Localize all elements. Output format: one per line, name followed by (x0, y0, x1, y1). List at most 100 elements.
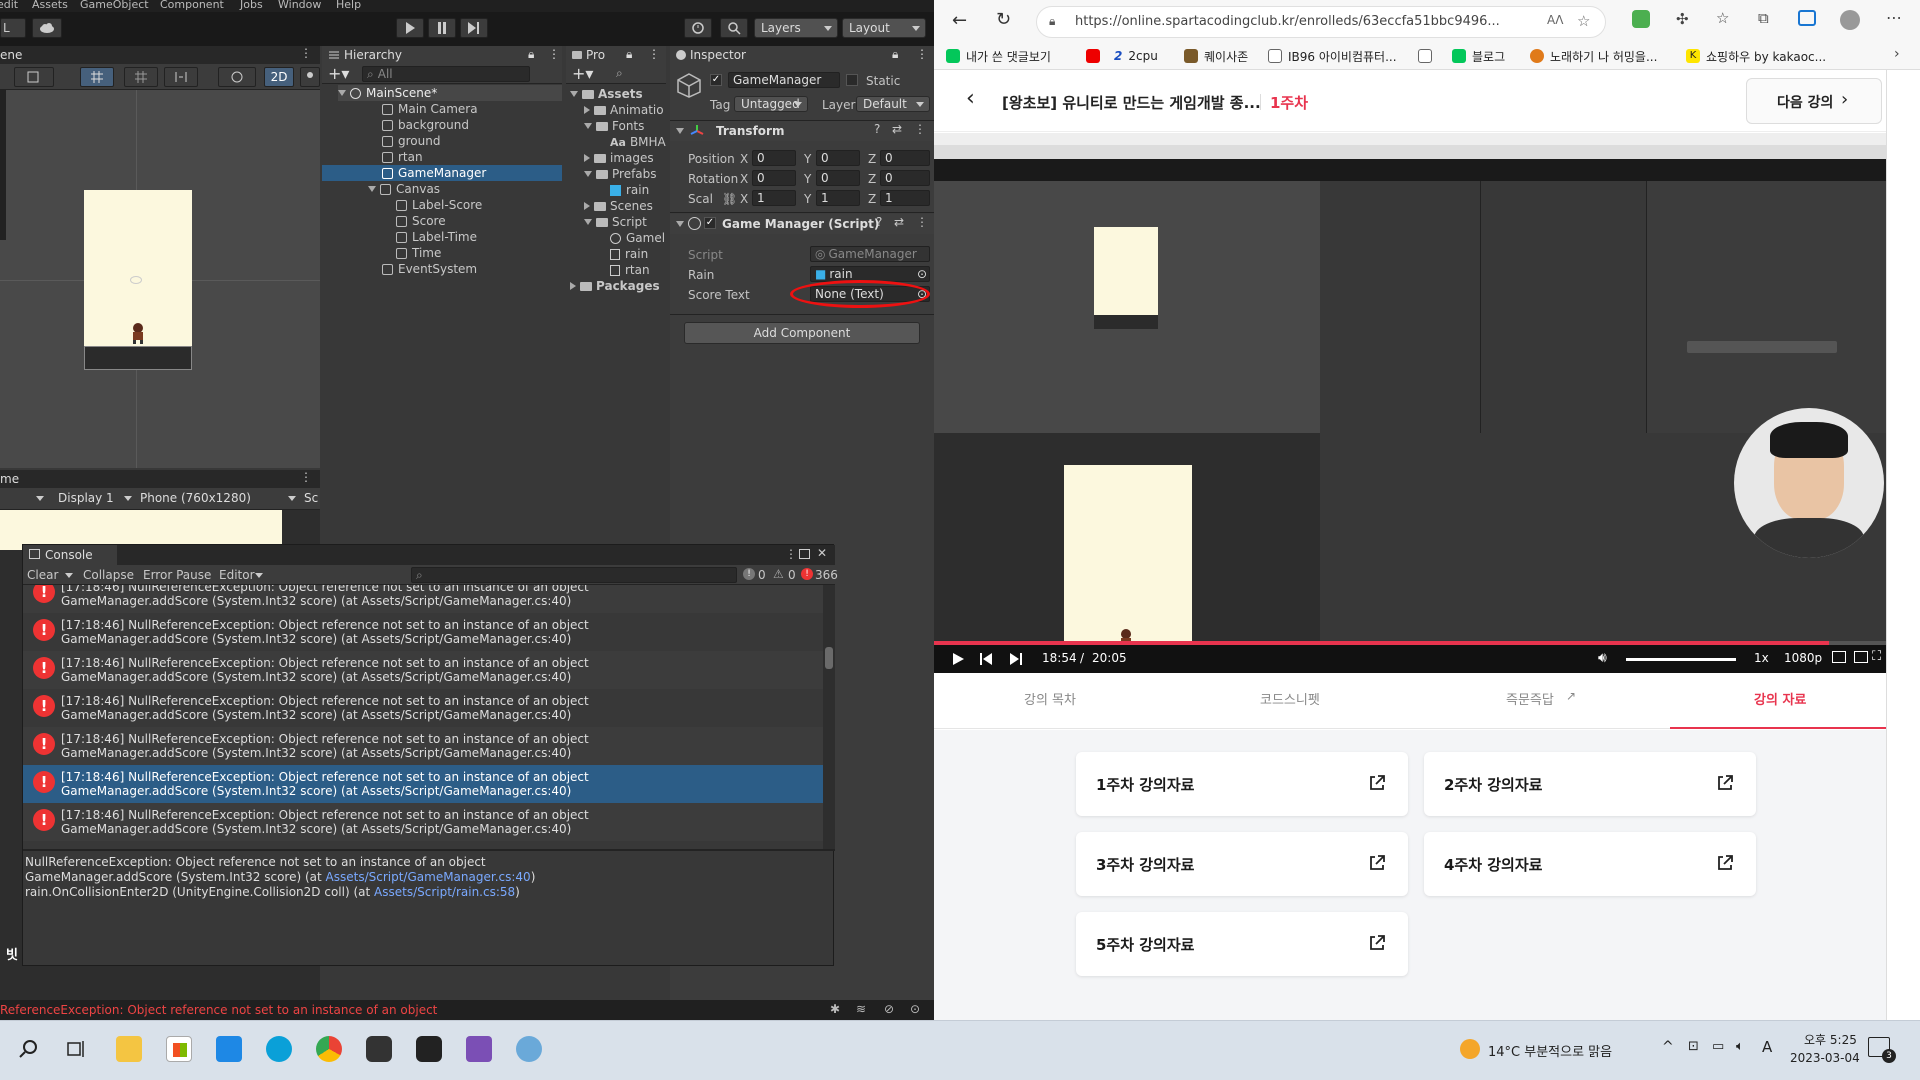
read-aloud-icon[interactable]: Aᐱ (1547, 13, 1563, 27)
video-quality[interactable]: 1080p (1784, 651, 1822, 665)
project-item[interactable]: Scenes (584, 198, 653, 214)
maximize-icon[interactable] (799, 549, 810, 559)
material-card-week4[interactable]: 4주차 강의자료 (1424, 832, 1756, 896)
rotation-z-input[interactable]: 0 (880, 170, 930, 186)
tab-lecture-materials[interactable]: 강의 자료 (1754, 689, 1806, 708)
layer-dropdown[interactable]: Default (856, 96, 930, 112)
menu-component[interactable]: Component (160, 0, 224, 11)
volume-icon[interactable]: 🔊︎ (1598, 650, 1607, 666)
game-tab[interactable]: me (0, 472, 19, 486)
component-menu-icon[interactable]: ⋮ (916, 215, 928, 229)
hierarchy-tab[interactable]: Hierarchy (344, 48, 402, 62)
favorites-icon[interactable]: ☆ (1716, 9, 1729, 27)
console-log-row[interactable]: ! [17:18:46] NullReferenceException: Obje… (23, 613, 823, 651)
hierarchy-item[interactable]: Main Camera (382, 101, 478, 117)
console-log-row-selected[interactable]: ! [17:18:46] NullReferenceException: Obje… (23, 765, 823, 803)
position-z-input[interactable]: 0 (880, 150, 930, 166)
tab-qna[interactable]: 즉문즉답 (1506, 689, 1554, 708)
material-card-week1[interactable]: 1주차 강의자료 (1076, 752, 1408, 816)
scene-rtan-sprite[interactable] (130, 322, 146, 344)
bookmark-item[interactable]: 내가 쓴 댓글보기 (946, 48, 1051, 64)
weather-sun-icon[interactable] (1460, 1039, 1480, 1059)
layers-dropdown[interactable]: Layers (754, 18, 838, 38)
lock-icon[interactable]: 🔒︎ (528, 47, 534, 62)
menu-help[interactable]: Help (336, 0, 361, 11)
cloud-button[interactable] (32, 18, 62, 38)
chevron-up-icon[interactable]: ^ (1662, 1039, 1674, 1055)
account-dropdown[interactable]: L (0, 18, 26, 38)
microsoft-store-icon[interactable] (166, 1036, 192, 1062)
more-menu-icon[interactable]: ⋯ (1886, 8, 1902, 27)
next-lecture-button[interactable]: 다음 강의 › (1746, 78, 1882, 124)
clock-date[interactable]: 2023-03-04 (1790, 1051, 1860, 1065)
project-item[interactable]: Fonts (584, 118, 644, 134)
edge-sidebar-icon[interactable] (1798, 10, 1816, 26)
console-log-row[interactable]: ! [17:18:46] NullReferenceException: Obje… (23, 727, 823, 765)
hierarchy-item[interactable]: Score (396, 213, 446, 229)
bookmark-item[interactable] (1086, 48, 1106, 64)
lock-icon[interactable]: 🔒︎ (626, 47, 632, 62)
create-asset-button[interactable]: +▾ (572, 64, 593, 83)
help-icon[interactable]: ? (874, 122, 880, 136)
hierarchy-item[interactable]: Label-Score (396, 197, 482, 213)
bookmark-item[interactable]: 블로그 (1452, 48, 1505, 64)
hierarchy-item[interactable]: background (382, 117, 469, 133)
hierarchy-item[interactable]: Canvas (368, 181, 440, 197)
info-count-icon[interactable]: ! (743, 568, 755, 580)
edge-icon[interactable] (266, 1036, 292, 1062)
project-item[interactable]: rtan (610, 262, 650, 278)
panel-menu-icon[interactable]: ⋮ (785, 547, 797, 561)
collections-icon[interactable]: ⧉ (1758, 9, 1769, 27)
draw-mode-dropdown[interactable] (14, 67, 54, 87)
menu-assets[interactable]: Assets (32, 0, 68, 11)
console-log-row[interactable]: ! [17:18:46] NullReferenceException: Obje… (23, 803, 823, 841)
profile-avatar-icon[interactable] (1840, 10, 1860, 30)
visual-studio-icon[interactable] (466, 1036, 492, 1062)
ime-indicator[interactable]: A (1762, 1038, 1772, 1056)
project-item[interactable]: Animatio (584, 102, 664, 118)
bookmark-item[interactable]: 노래하기 나 허밍을... (1530, 48, 1657, 64)
rotation-y-input[interactable]: 0 (816, 170, 860, 186)
project-item-assets[interactable]: Assets (570, 86, 643, 102)
project-item[interactable]: images (584, 150, 654, 166)
snap-increment-dropdown[interactable] (124, 67, 158, 87)
captions-icon[interactable] (1832, 651, 1846, 663)
history-button[interactable] (684, 18, 712, 38)
notification-icon[interactable]: 3 (1868, 1037, 1896, 1063)
create-button[interactable]: +▾ (328, 64, 349, 83)
layers-icon[interactable]: ≋ (856, 1002, 866, 1016)
position-y-input[interactable]: 0 (816, 150, 860, 166)
console-tab[interactable]: Console (23, 545, 117, 565)
detail-file-link[interactable]: Assets/Script/rain.cs:58 (374, 885, 515, 899)
clock-time[interactable]: 오후 5:25 (1804, 1031, 1857, 1048)
scene-tab[interactable]: ene (0, 48, 22, 62)
play-button[interactable] (396, 18, 424, 38)
bookmark-item[interactable]: 퀘이사존 (1184, 48, 1248, 64)
video-player[interactable]: 18:54 / 20:05 🔊︎ 1x 1080p ⛶ (934, 133, 1886, 673)
project-item[interactable]: Gamel (610, 230, 665, 246)
device-icon[interactable]: ⊡ (1688, 1039, 1699, 1054)
task-view-icon[interactable] (66, 1039, 86, 1059)
favorite-star-icon[interactable]: ☆ (1577, 12, 1590, 30)
grid-snap-toggle[interactable] (80, 67, 114, 87)
display-dropdown[interactable]: Display 1 (58, 491, 114, 505)
scale-x-input[interactable]: 1 (752, 190, 796, 206)
network-icon[interactable]: ⊘ (884, 1002, 894, 1016)
console-scrollbar[interactable] (823, 585, 835, 849)
add-component-button[interactable]: Add Component (684, 322, 920, 344)
weather-text[interactable]: 14°C 부분적으로 맑음 (1488, 1041, 1612, 1060)
unity-hub-icon[interactable] (366, 1036, 392, 1062)
component-enabled-checkbox[interactable]: ✓ (704, 217, 716, 229)
chevron-right-icon[interactable]: › (1894, 46, 1900, 62)
panel-menu-icon[interactable]: ⋮ (548, 47, 560, 61)
hierarchy-search-input[interactable]: ⌕ All (362, 66, 530, 82)
warning-count-icon[interactable]: ⚠ (773, 567, 784, 581)
project-item[interactable]: rain (610, 182, 649, 198)
project-item[interactable]: rain (610, 246, 648, 262)
playback-speed[interactable]: 1x (1754, 651, 1769, 665)
mail-icon[interactable] (216, 1036, 242, 1062)
fullscreen-icon[interactable]: ⛶ (1872, 649, 1881, 664)
tab-code-snippets[interactable]: 코드스니펫 (1260, 689, 1320, 708)
chrome-icon[interactable] (316, 1036, 342, 1062)
console-search-input[interactable]: ⌕ (411, 567, 737, 583)
